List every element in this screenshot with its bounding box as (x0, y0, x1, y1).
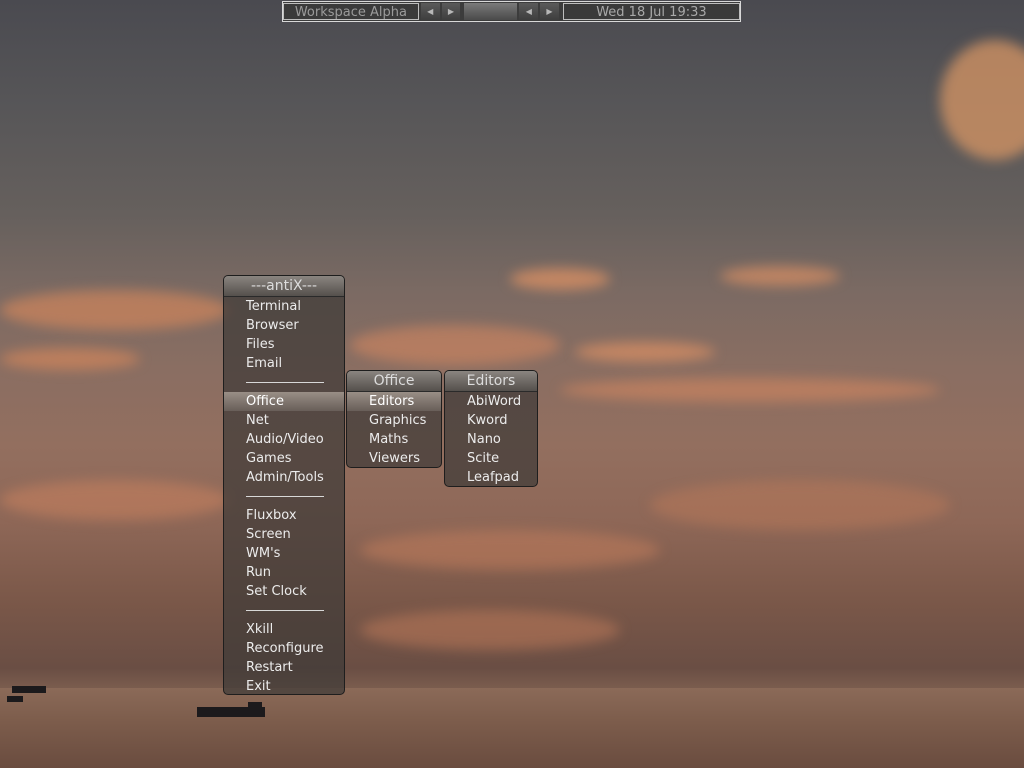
wallpaper-cloud (510, 268, 610, 290)
wallpaper-ship (12, 686, 46, 693)
office-menu-item-editors[interactable]: Editors (347, 392, 441, 411)
menu-item-terminal[interactable]: Terminal (224, 297, 344, 316)
menu-item-wm-s[interactable]: WM's (224, 544, 344, 563)
office-submenu: Office Editors Graphics Maths Viewers (346, 370, 442, 468)
menu-item-games[interactable]: Games (224, 449, 344, 468)
office-menu-item-graphics[interactable]: Graphics (347, 411, 441, 430)
menu-item-run[interactable]: Run (224, 563, 344, 582)
menu-item-office[interactable]: Office (224, 392, 344, 411)
wallpaper-cloud (940, 40, 1024, 160)
menu-item-fluxbox[interactable]: Fluxbox (224, 506, 344, 525)
wallpaper-cloud (0, 480, 230, 520)
prev-workspace-button[interactable]: ◀ (420, 3, 440, 20)
triangle-left-icon: ◀ (525, 7, 532, 16)
office-menu-item-viewers[interactable]: Viewers (347, 449, 441, 468)
editors-menu-item-scite[interactable]: Scite (445, 449, 537, 468)
office-submenu-items: Editors Graphics Maths Viewers (347, 392, 441, 468)
triangle-left-icon: ◀ (427, 7, 434, 16)
menu-separator (224, 487, 344, 506)
editors-menu-item-kword[interactable]: Kword (445, 411, 537, 430)
editors-submenu: Editors AbiWord Kword Nano Scite Leafpad (444, 370, 538, 487)
menu-item-files[interactable]: Files (224, 335, 344, 354)
menu-item-screen[interactable]: Screen (224, 525, 344, 544)
menu-item-reconfigure[interactable]: Reconfigure (224, 639, 344, 658)
menu-item-audio-video[interactable]: Audio/Video (224, 430, 344, 449)
wallpaper-cloud (650, 480, 950, 530)
editors-submenu-items: AbiWord Kword Nano Scite Leafpad (445, 392, 537, 487)
triangle-right-icon: ▶ (447, 7, 454, 16)
root-menu-items: Terminal Browser Files Email Office Net Audio/… (224, 297, 344, 696)
menu-item-xkill[interactable]: Xkill (224, 620, 344, 639)
next-window-button[interactable]: ▶ (540, 3, 559, 20)
wallpaper-cloud (720, 266, 840, 286)
iconbar[interactable] (464, 3, 518, 20)
menu-item-admin-tools[interactable]: Admin/Tools (224, 468, 344, 487)
wallpaper-cloud (575, 342, 715, 362)
wallpaper-cloud (560, 378, 940, 402)
editors-menu-item-nano[interactable]: Nano (445, 430, 537, 449)
workspace-name[interactable]: Workspace Alpha (283, 3, 419, 20)
wallpaper-sea (0, 688, 1024, 768)
triangle-right-icon: ▶ (546, 7, 553, 16)
wallpaper-cloud (360, 610, 620, 650)
wallpaper-cloud (0, 290, 230, 330)
menu-item-browser[interactable]: Browser (224, 316, 344, 335)
wallpaper-ship (248, 702, 262, 709)
wallpaper-cloud (350, 325, 560, 365)
menu-item-net[interactable]: Net (224, 411, 344, 430)
editors-menu-item-abiword[interactable]: AbiWord (445, 392, 537, 411)
menu-item-exit[interactable]: Exit (224, 677, 344, 696)
wallpaper-cloud (360, 530, 660, 570)
menu-item-email[interactable]: Email (224, 354, 344, 373)
menu-separator (224, 373, 344, 392)
menu-separator (224, 601, 344, 620)
menu-title: ---antiX--- (224, 276, 344, 297)
menu-item-set-clock[interactable]: Set Clock (224, 582, 344, 601)
wallpaper-cloud (0, 348, 140, 370)
submenu-title: Editors (445, 371, 537, 392)
root-menu: ---antiX--- Terminal Browser Files Email Off… (223, 275, 345, 695)
prev-window-button[interactable]: ◀ (519, 3, 539, 20)
editors-menu-item-leafpad[interactable]: Leafpad (445, 468, 537, 487)
clock[interactable]: Wed 18 Jul 19:33 (562, 3, 741, 20)
wallpaper-ship (7, 696, 23, 702)
fluxbox-toolbar: Workspace Alpha ◀ ▶ ◀ ▶ Wed 18 Jul 19:33 (282, 1, 741, 22)
office-menu-item-maths[interactable]: Maths (347, 430, 441, 449)
menu-item-restart[interactable]: Restart (224, 658, 344, 677)
submenu-title: Office (347, 371, 441, 392)
next-workspace-button[interactable]: ▶ (441, 3, 461, 20)
